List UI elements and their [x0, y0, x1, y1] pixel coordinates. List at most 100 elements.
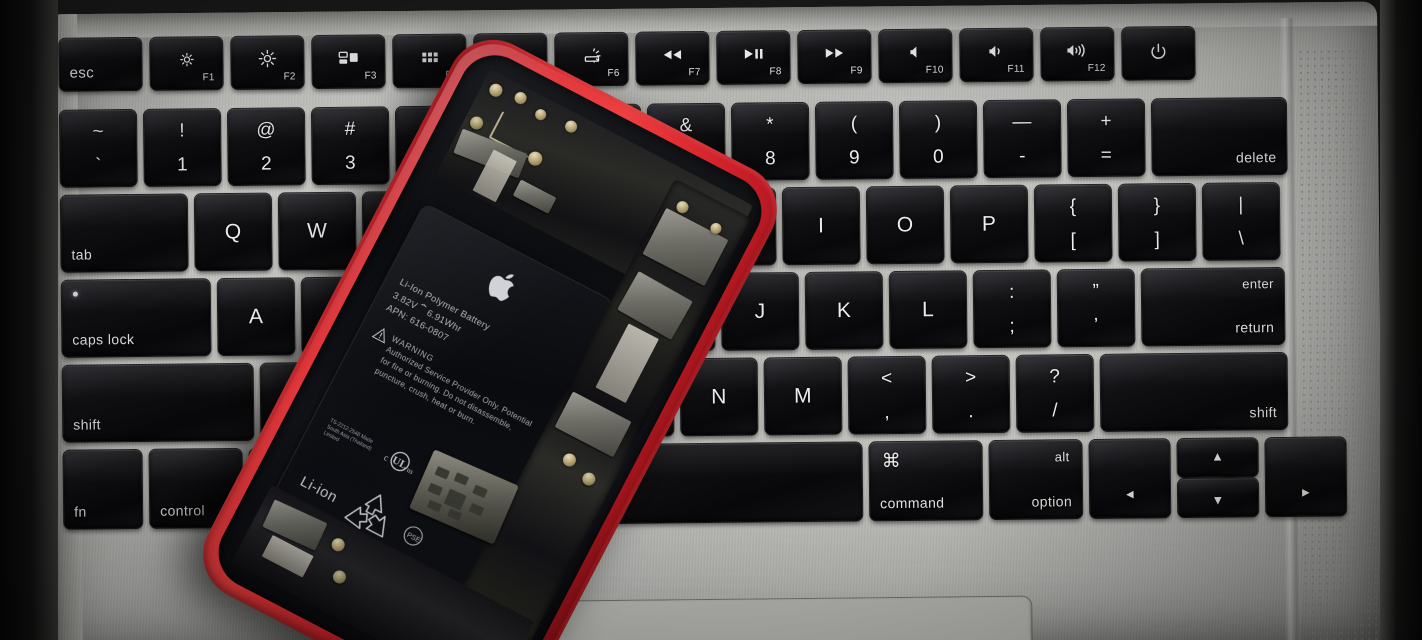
key-caps-lock[interactable]: caps lock [61, 279, 211, 357]
key-o[interactable]: O [866, 186, 944, 264]
key-slash[interactable]: ? / [1016, 354, 1094, 432]
key-power-icon[interactable] [1122, 26, 1195, 80]
battery-warning-block: WARNING Authorized Service Provider Only… [356, 324, 545, 454]
key-label: command [880, 494, 945, 512]
key-0[interactable]: ) 0 [899, 101, 977, 178]
key-shift-label: ? [1049, 366, 1061, 388]
key-base-label: , [884, 402, 891, 424]
key-shift-label: ” [1092, 280, 1100, 302]
key-alt-label: alt [1054, 449, 1070, 465]
battery-voltage-line: 3.82V ⏞ 6.91Whr [390, 289, 464, 335]
key-l[interactable]: L [889, 271, 967, 349]
fast-forward-icon [798, 47, 870, 60]
svg-text:us: us [405, 466, 414, 476]
key-semicolon[interactable]: : ; [973, 270, 1051, 348]
arrow-left-icon: ◂ [1125, 485, 1135, 503]
key-key[interactable]: — - [983, 100, 1061, 178]
key-label: K [836, 298, 852, 323]
key-f1[interactable]: F1 [150, 37, 223, 90]
key-base-label: ; [1009, 315, 1016, 337]
key-shift-label: # [344, 118, 356, 140]
key-f2[interactable]: F2 [231, 36, 304, 89]
key-arrow-left[interactable]: ◂ [1089, 439, 1171, 518]
key-m[interactable]: M [764, 357, 842, 435]
key-label: shift [1249, 404, 1278, 421]
key-f7[interactable]: F7 [636, 31, 709, 85]
function-number-label: F2 [283, 71, 296, 83]
ul-mark-icon: c UL us [377, 444, 421, 485]
function-number-label: F1 [202, 72, 215, 84]
function-number-label: F9 [850, 65, 863, 77]
photo-scene: esc F1 F2 F3 F4 F5 F6 [0, 0, 1422, 640]
command-glyph-icon: ⌘ [881, 450, 902, 473]
key-2[interactable]: @ 2 [227, 108, 305, 186]
key-base-label: 2 [260, 153, 273, 175]
key-base-label: 3 [344, 152, 357, 174]
key-3[interactable]: # 3 [311, 107, 389, 185]
function-number-label: F8 [769, 66, 782, 78]
key-shift-right[interactable]: shift [1100, 352, 1288, 431]
key-backslash[interactable]: | \ [1202, 183, 1280, 260]
key-return[interactable]: enter return [1141, 267, 1285, 346]
key-label: W [306, 219, 328, 243]
key-base-label: 0 [932, 146, 945, 168]
key-period[interactable]: > . [932, 355, 1010, 433]
key-f11[interactable]: F11 [960, 28, 1033, 82]
key-key[interactable]: { [ [1034, 184, 1112, 262]
key-label: Q [224, 220, 242, 244]
key-p[interactable]: P [950, 185, 1028, 263]
key-return-label: return [1235, 319, 1275, 336]
key-key[interactable]: ~ ` [59, 109, 137, 187]
key-shift-left[interactable]: shift [62, 363, 254, 442]
svg-text:UL: UL [390, 454, 409, 472]
battery-warning-text: WARNING Authorized Service Provider Only… [372, 333, 545, 454]
key-arrow-down[interactable]: ▾ [1177, 478, 1259, 518]
key-i[interactable]: I [782, 187, 860, 265]
key-label: I [817, 214, 825, 238]
key-fn[interactable]: fn [63, 449, 143, 529]
key-f10[interactable]: F10 [879, 29, 952, 83]
key-f12[interactable]: F12 [1041, 27, 1114, 81]
key-label: esc [69, 64, 95, 82]
function-number-label: F11 [1007, 63, 1025, 75]
mute-icon [879, 45, 951, 59]
key-base-label: / [1052, 400, 1059, 422]
key-arrow-up[interactable]: ▴ [1177, 438, 1258, 478]
key-shift-label: | [1238, 194, 1244, 216]
key-f8[interactable]: F8 [717, 31, 790, 84]
key-key[interactable]: + = [1067, 99, 1145, 177]
key-tab[interactable]: tab [60, 194, 188, 272]
key-w[interactable]: W [278, 192, 356, 270]
key-base-label: ’ [1093, 314, 1099, 336]
right-dark-gutter [1380, 0, 1422, 640]
key-option-right[interactable]: alt option [989, 440, 1083, 520]
key-k[interactable]: K [805, 272, 883, 349]
key-arrow-right[interactable]: ▸ [1265, 437, 1347, 517]
key-shift-label: — [1012, 111, 1032, 133]
key-q[interactable]: Q [194, 193, 272, 271]
key-base-label: \ [1238, 228, 1245, 250]
key-label: P [981, 212, 997, 236]
key-quote[interactable]: ” ’ [1057, 269, 1135, 347]
key-1[interactable]: ! 1 [143, 109, 221, 186]
key-a[interactable]: A [217, 278, 295, 356]
key-f9[interactable]: F9 [798, 30, 871, 84]
key-base-label: - [1019, 145, 1026, 167]
key-shift-label: } [1153, 195, 1161, 217]
battery-cert-text: TS-2212-2548 Made South Asia (Thailand) … [322, 417, 374, 453]
key-label: control [160, 502, 206, 519]
key-9[interactable]: ( 9 [815, 102, 893, 179]
key-key[interactable]: } ] [1118, 183, 1196, 261]
key-delete[interactable]: delete [1151, 97, 1287, 176]
key-f3[interactable]: F3 [312, 35, 385, 89]
key-esc[interactable]: esc [59, 37, 142, 91]
key-base-label: . [968, 401, 975, 423]
key-label: L [921, 298, 935, 322]
key-command-right[interactable]: ⌘ command [869, 441, 983, 521]
brightness-high-icon [231, 48, 303, 69]
key-base-label: 9 [848, 147, 861, 169]
function-number-label: F6 [607, 67, 620, 80]
function-number-label: F3 [364, 70, 377, 82]
key-label: caps lock [72, 330, 135, 348]
key-comma[interactable]: < , [848, 356, 926, 434]
